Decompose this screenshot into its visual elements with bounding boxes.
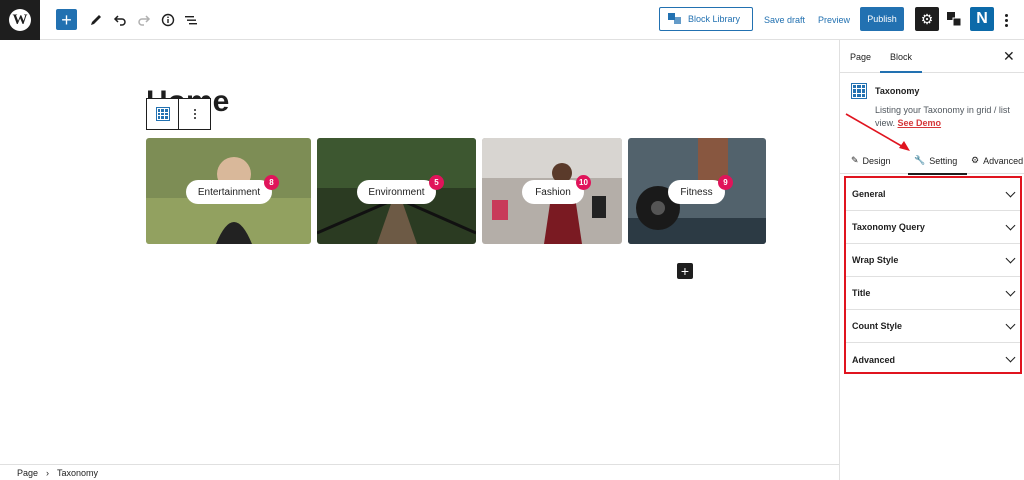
- breadcrumb: Page › Taxonomy: [0, 464, 839, 480]
- editor-top-bar: W + Block Library Save draft Preview Pub…: [0, 0, 1024, 40]
- chevron-right-icon: ›: [46, 467, 50, 478]
- save-draft-button[interactable]: Save draft: [764, 15, 805, 25]
- taxonomy-card-entertainment[interactable]: Entertainment 8: [146, 138, 311, 244]
- list-view-icon: [185, 16, 197, 25]
- plugin-blocks-button[interactable]: [942, 7, 966, 31]
- taxonomy-card-fitness[interactable]: Fitness 9: [628, 138, 766, 244]
- block-inserter-button[interactable]: +: [677, 263, 693, 279]
- taxonomy-card-fashion[interactable]: Fashion 10: [482, 138, 622, 244]
- redo-icon: [138, 15, 151, 26]
- gear-icon: ⚙: [920, 10, 934, 27]
- options-menu-button[interactable]: [1000, 10, 1012, 30]
- add-block-button[interactable]: +: [56, 9, 77, 30]
- block-library-button[interactable]: Block Library: [659, 7, 753, 31]
- block-library-label: Block Library: [688, 14, 741, 24]
- count-badge: 5: [429, 175, 444, 190]
- details-button[interactable]: [158, 10, 178, 30]
- panel-count-style[interactable]: Count Style: [846, 310, 1020, 343]
- pencil-icon: [91, 15, 101, 25]
- sidebar-tabs: Page Block ✕: [840, 40, 1024, 73]
- wordpress-logo-icon: W: [9, 9, 31, 31]
- tab-setting[interactable]: 🔧 Setting: [907, 155, 968, 175]
- panel-advanced[interactable]: Advanced: [846, 343, 1020, 376]
- panel-general[interactable]: General: [846, 178, 1020, 211]
- wordpress-logo-button[interactable]: W: [0, 0, 40, 40]
- chevron-down-icon: [1005, 220, 1016, 230]
- block-library-icon: [668, 13, 682, 25]
- taxonomy-grid-icon: [155, 107, 170, 121]
- tab-block[interactable]: Block: [879, 52, 923, 73]
- chevron-down-icon: [1005, 187, 1016, 197]
- panel-wrap-style[interactable]: Wrap Style: [846, 244, 1020, 277]
- edit-tool-button[interactable]: [86, 10, 106, 30]
- more-vertical-icon: [193, 109, 196, 119]
- close-sidebar-button[interactable]: ✕: [1003, 48, 1015, 65]
- block-options-button[interactable]: [179, 99, 210, 129]
- breadcrumb-page[interactable]: Page: [17, 468, 38, 478]
- tab-advanced[interactable]: ⚙ Advanced: [971, 155, 1023, 166]
- wrench-icon: 🔧: [914, 155, 926, 165]
- tab-design[interactable]: ✎ Design: [851, 155, 891, 166]
- list-view-button[interactable]: [181, 10, 201, 30]
- chevron-down-icon: [1005, 319, 1016, 329]
- block-description: Listing your Taxonomy in grid / list vie…: [875, 105, 1010, 128]
- chevron-down-icon: [1005, 253, 1016, 263]
- category-pill: Fashion: [522, 180, 584, 204]
- panel-taxonomy-query[interactable]: Taxonomy Query: [846, 211, 1020, 244]
- see-demo-link[interactable]: See Demo: [898, 118, 942, 128]
- tab-page[interactable]: Page: [850, 52, 871, 62]
- undo-icon: [113, 15, 126, 26]
- category-pill: Fitness: [668, 180, 725, 204]
- category-pill: Entertainment: [186, 180, 272, 204]
- blocks-plugin-icon: [947, 12, 962, 27]
- settings-panel-list: General Taxonomy Query Wrap Style Title …: [844, 176, 1022, 374]
- count-badge: 9: [718, 175, 733, 190]
- breadcrumb-taxonomy[interactable]: Taxonomy: [57, 468, 98, 478]
- taxonomy-block-icon: [851, 83, 867, 99]
- brush-icon: ✎: [851, 155, 859, 165]
- taxonomy-card-environment[interactable]: Environment 5: [317, 138, 476, 244]
- undo-button[interactable]: [110, 10, 130, 30]
- category-pill: Environment: [357, 180, 436, 204]
- info-icon: [161, 13, 175, 27]
- publish-button[interactable]: Publish: [860, 7, 904, 31]
- block-name: Taxonomy: [875, 86, 920, 96]
- count-badge: 10: [576, 175, 591, 190]
- panel-title[interactable]: Title: [846, 277, 1020, 310]
- gear-icon: ⚙: [971, 155, 980, 165]
- count-badge: 8: [264, 175, 279, 190]
- settings-button[interactable]: ⚙: [915, 7, 939, 31]
- block-type-button[interactable]: [147, 99, 179, 129]
- redo-button[interactable]: [134, 10, 154, 30]
- block-settings-tabs: ✎ Design 🔧 Setting ⚙ Advanced: [840, 141, 1024, 175]
- n-plugin-button[interactable]: N: [970, 7, 994, 31]
- preview-button[interactable]: Preview: [818, 15, 850, 25]
- settings-sidebar: Page Block ✕ Taxonomy Listing your Taxon…: [839, 40, 1024, 480]
- block-toolbar: [146, 98, 211, 130]
- chevron-down-icon: [1005, 352, 1016, 363]
- chevron-down-icon: [1005, 286, 1016, 296]
